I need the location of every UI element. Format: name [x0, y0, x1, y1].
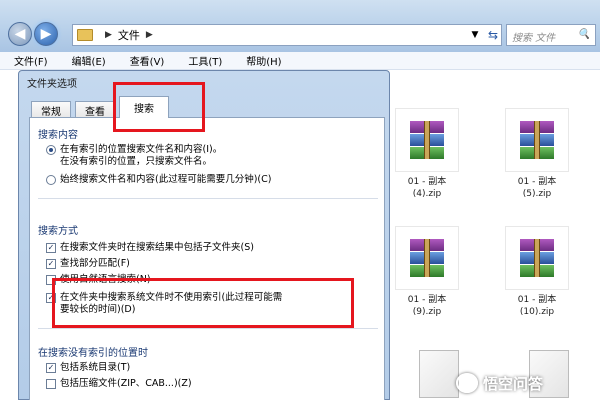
folder-icon	[77, 29, 93, 41]
tab-search[interactable]: 搜索	[119, 96, 169, 118]
menu-help[interactable]: 帮助(H)	[246, 53, 281, 68]
address-bar[interactable]: ▶ 文件 ▶	[72, 24, 502, 46]
file-name: 01 - 副本 (10).zip	[517, 295, 557, 317]
file-item[interactable]: 01 - 副本 (5).zip	[498, 108, 576, 200]
file-name: 01 - 副本 (5).zip	[517, 177, 557, 199]
refresh-button[interactable]: ⇆	[484, 24, 502, 46]
breadcrumb-arrow-icon: ▶	[105, 30, 112, 40]
group-title-non-indexed: 在搜索没有索引的位置时	[38, 348, 148, 359]
watermark: 悟空问答	[456, 370, 596, 396]
file-thumbnail	[395, 226, 459, 290]
group-title-search-content: 搜索内容	[38, 130, 78, 141]
search-tab-panel: 搜索内容 在有索引的位置搜索文件名和内容(I)。 在没有索引的位置，只搜索文件名…	[29, 117, 385, 400]
radio-unselected-icon	[46, 175, 56, 185]
file-list: 01 - 副本 (4).zip 01 - 副本 (5).zip 01 - 副本 (9)…	[380, 70, 600, 400]
radio-selected-icon	[46, 145, 56, 155]
checkbox-include-system-dirs[interactable]: ✓ 包括系统目录(T)	[46, 362, 130, 374]
menu-edit[interactable]: 编辑(E)	[72, 53, 106, 68]
back-button[interactable]: ◀	[8, 22, 32, 46]
address-path[interactable]: 文件	[118, 27, 140, 43]
divider	[38, 328, 378, 329]
arrow-right-icon: ▶	[40, 26, 52, 42]
forward-button[interactable]: ▶	[34, 22, 58, 46]
radio-always-search-content[interactable]: 始终搜索文件名和内容(此过程可能需要几分钟)(C)	[46, 174, 271, 186]
file-thumbnail	[505, 108, 569, 172]
highlight-box-option	[52, 278, 354, 328]
archive-icon	[520, 121, 554, 159]
search-input[interactable]: 搜索 文件	[512, 29, 555, 44]
menu-view[interactable]: 查看(V)	[130, 53, 165, 68]
checkbox-include-subfolders[interactable]: ✓ 在搜索文件夹时在搜索结果中包括子文件夹(S)	[46, 242, 254, 254]
refresh-icon: ⇆	[487, 28, 499, 42]
arrow-left-icon: ◀	[14, 26, 26, 42]
file-name: 01 - 副本 (9).zip	[407, 295, 447, 317]
file-thumbnail	[395, 108, 459, 172]
group-title-search-method: 搜索方式	[38, 226, 78, 237]
wukong-logo-icon	[456, 373, 478, 393]
checkbox-partial-matches[interactable]: ✓ 查找部分匹配(F)	[46, 258, 130, 270]
checkbox-include-compressed[interactable]: 包括压缩文件(ZIP、CAB...)(Z)	[46, 378, 192, 390]
radio-indexed-search-desc: 在没有索引的位置，只搜索文件名。	[60, 156, 213, 167]
search-box[interactable]: 搜索 文件 🔍	[506, 24, 596, 46]
chevron-down-icon: ▼	[471, 30, 479, 40]
search-icon: 🔍	[577, 29, 590, 40]
file-item[interactable]: 01 - 副本 (10).zip	[498, 226, 576, 318]
file-name: 01 - 副本 (4).zip	[407, 177, 447, 199]
address-dropdown-button[interactable]: ▼	[467, 24, 483, 46]
menu-file[interactable]: 文件(F)	[14, 53, 48, 68]
file-thumbnail	[505, 226, 569, 290]
file-item[interactable]: 01 - 副本 (9).zip	[388, 226, 466, 318]
archive-icon	[410, 121, 444, 159]
dialog-title: 文件夹选项	[27, 79, 77, 90]
menubar: 文件(F) 编辑(E) 查看(V) 工具(T) 帮助(H)	[0, 52, 600, 70]
file-item[interactable]: 01 - 副本 (4).zip	[388, 108, 466, 200]
archive-icon	[410, 239, 444, 277]
checkbox-unchecked-icon	[46, 379, 56, 389]
checkbox-checked-icon: ✓	[46, 259, 56, 269]
divider	[38, 198, 378, 199]
radio-indexed-search[interactable]: 在有索引的位置搜索文件名和内容(I)。	[46, 144, 222, 156]
checkbox-checked-icon: ✓	[46, 363, 56, 373]
archive-icon	[520, 239, 554, 277]
document-icon	[419, 350, 459, 398]
checkbox-checked-icon: ✓	[46, 243, 56, 253]
breadcrumb-arrow-icon: ▶	[145, 30, 153, 40]
menu-tools[interactable]: 工具(T)	[188, 53, 222, 68]
